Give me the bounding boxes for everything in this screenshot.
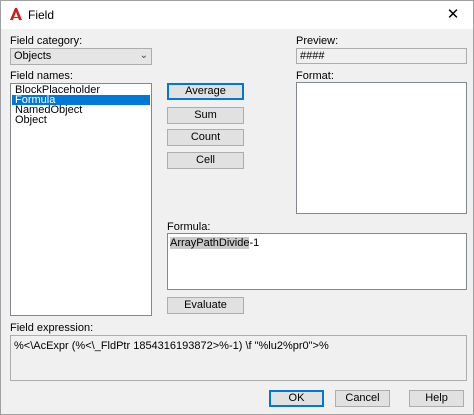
help-button[interactable]: Help [409,390,464,407]
field-dialog: Field ✕ Field category: Objects ⌄ Field … [0,0,474,415]
format-label: Format: [296,70,334,82]
formula-input[interactable]: ArrayPathDivide-1 [167,233,467,290]
field-names-list[interactable]: BlockPlaceholder Formula NamedObject Obj… [10,83,152,316]
window-title: Field [28,8,55,22]
ok-button[interactable]: OK [269,390,324,407]
list-item[interactable]: Object [12,115,150,126]
preview-label: Preview: [296,35,339,47]
field-expression-value: %<\AcExpr (%<\_FldPtr 1854316193872>%-1)… [14,340,329,352]
average-button[interactable]: Average [167,83,244,100]
chevron-down-icon: ⌄ [139,50,148,61]
formula-highlighted-text: ArrayPathDivide [170,237,250,249]
preview-field: #### [296,48,467,64]
sum-button[interactable]: Sum [167,107,244,124]
cell-button[interactable]: Cell [167,152,244,169]
field-names-label: Field names: [10,70,73,82]
evaluate-button[interactable]: Evaluate [167,297,244,314]
field-category-dropdown[interactable]: Objects ⌄ [10,48,152,65]
format-list[interactable] [296,82,467,214]
formula-rest-text: -1 [249,237,260,249]
field-expression-field: %<\AcExpr (%<\_FldPtr 1854316193872>%-1)… [10,335,467,381]
preview-value: #### [300,50,325,62]
count-button[interactable]: Count [167,129,244,146]
field-category-label: Field category: [10,35,83,47]
cancel-button[interactable]: Cancel [335,390,390,407]
formula-label: Formula: [167,221,211,233]
autocad-a-icon [10,8,22,20]
close-button[interactable]: ✕ [433,1,473,29]
title-bar: Field ✕ [1,1,473,29]
field-category-value: Objects [14,50,52,62]
formula-value: ArrayPathDivide-1 [170,237,259,249]
field-expression-label: Field expression: [10,322,94,334]
